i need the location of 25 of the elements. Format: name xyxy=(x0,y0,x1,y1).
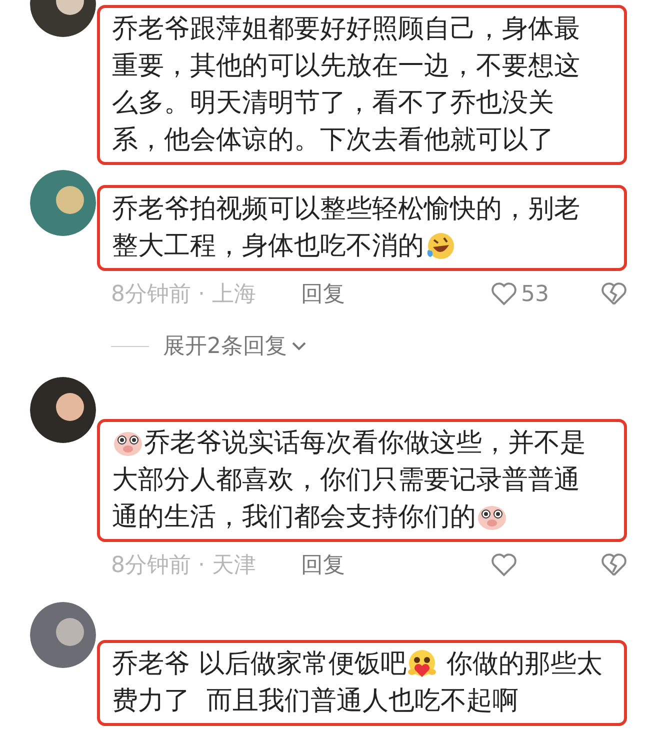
hugging-face-icon xyxy=(406,648,438,680)
reply-link[interactable]: 回复 xyxy=(301,550,345,580)
comment-text: 乔老爷说实话每次看你做这些，并不是 xyxy=(144,426,586,460)
comment-text: 么多。明天清明节了，看不了乔也没关 xyxy=(112,86,554,120)
comment-text: 乔老爷 以后做家常便饭吧 xyxy=(112,648,406,680)
comment-text: 重要，其他的可以先放在一边，不要想这 xyxy=(112,50,580,82)
heart-icon[interactable] xyxy=(491,553,517,577)
reply-link[interactable]: 回复 xyxy=(301,279,345,309)
comment-text: 你做的那些太 xyxy=(446,648,603,680)
comment-text: 通的生活，我们都会支持你们的 xyxy=(112,500,476,534)
time-location: 8分钟前 · 天津 xyxy=(111,552,257,580)
like-count: 53 xyxy=(521,282,549,306)
heart-icon[interactable] xyxy=(491,282,517,306)
comment-text: 费力了 而且我们普通人也吃不起啊 xyxy=(112,684,519,718)
expand-replies-button[interactable]: 展开2条回复 xyxy=(163,331,307,361)
avatar[interactable] xyxy=(30,377,96,443)
broken-heart-icon[interactable] xyxy=(601,282,627,306)
comment-text: 系，他会体谅的。下次去看他就可以了 xyxy=(112,124,554,156)
comment-text: 乔老爷拍视频可以整些轻松愉快的，别老 xyxy=(112,192,580,226)
chevron-down-icon[interactable] xyxy=(291,340,307,352)
comment-text: 乔老爷跟萍姐都要好好照顾自己，身体最 xyxy=(112,12,580,46)
broken-heart-icon[interactable] xyxy=(601,553,627,577)
comment-text: 大部分人都喜欢，你们只需要记录普普通 xyxy=(112,464,580,496)
time-location: 8分钟前 · 上海 xyxy=(111,281,257,309)
comment-text: 整大工程，身体也吃不消的 xyxy=(112,230,424,262)
